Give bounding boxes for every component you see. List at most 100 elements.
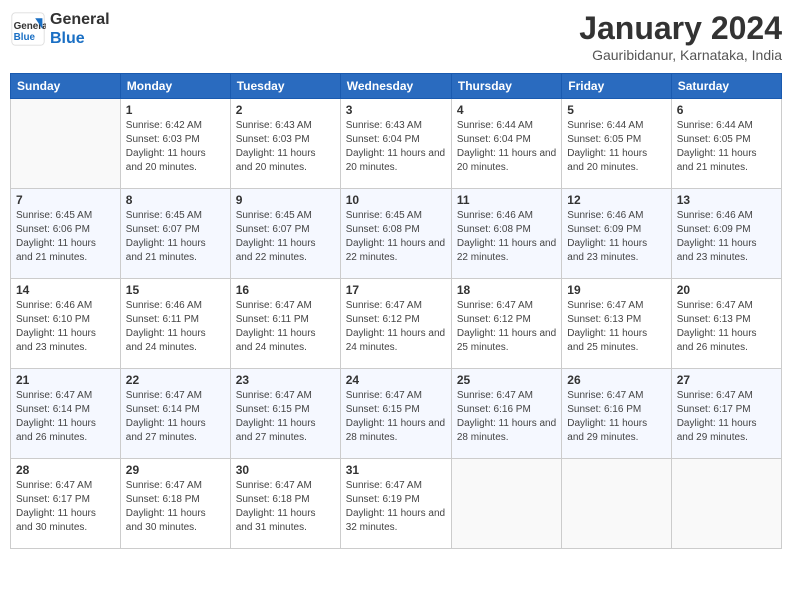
day-info: Sunrise: 6:47 AM Sunset: 6:17 PM Dayligh…: [16, 479, 115, 535]
day-info: Sunrise: 6:45 AM Sunset: 6:07 PM Dayligh…: [236, 209, 335, 265]
calendar-cell: 13Sunrise: 6:46 AM Sunset: 6:09 PM Dayli…: [671, 189, 781, 279]
calendar-week-row: 7 Sunrise: 6:45 AM Sunset: 6:06 PM Daylig…: [11, 189, 782, 279]
day-number: 28: [16, 463, 115, 477]
day-of-week-header: Sunday: [11, 74, 121, 99]
day-number: 17: [346, 283, 446, 297]
day-number: 13: [677, 193, 776, 207]
calendar-cell: 9 Sunrise: 6:45 AM Sunset: 6:07 PM Daylig…: [230, 189, 340, 279]
title-block: January 2024 Gauribidanur, Karnataka, In…: [579, 10, 782, 63]
day-number: 7: [16, 193, 115, 207]
calendar-week-row: 28 Sunrise: 6:47 AM Sunset: 6:17 PM Dayli…: [11, 459, 782, 549]
calendar-cell: 31 Sunrise: 6:47 AM Sunset: 6:19 PM Dayli…: [340, 459, 451, 549]
day-info: Sunrise: 6:45 AM Sunset: 6:07 PM Dayligh…: [126, 209, 225, 265]
day-number: 21: [16, 373, 115, 387]
day-of-week-header: Monday: [120, 74, 230, 99]
day-info: Sunrise: 6:46 AM Sunset: 6:10 PM Dayligh…: [16, 299, 115, 355]
calendar-cell: 7 Sunrise: 6:45 AM Sunset: 6:06 PM Daylig…: [11, 189, 121, 279]
day-number: 24: [346, 373, 446, 387]
day-number: 30: [236, 463, 335, 477]
day-info: Sunrise: 6:43 AM Sunset: 6:03 PM Dayligh…: [236, 119, 335, 175]
day-number: 26: [567, 373, 665, 387]
calendar-cell: [671, 459, 781, 549]
calendar-cell: 3Sunrise: 6:43 AM Sunset: 6:04 PM Daylig…: [340, 99, 451, 189]
calendar-week-row: 21 Sunrise: 6:47 AM Sunset: 6:14 PM Dayli…: [11, 369, 782, 459]
day-info: Sunrise: 6:47 AM Sunset: 6:15 PM Dayligh…: [236, 389, 335, 445]
day-of-week-header: Tuesday: [230, 74, 340, 99]
day-info: Sunrise: 6:44 AM Sunset: 6:05 PM Dayligh…: [567, 119, 665, 175]
day-info: Sunrise: 6:47 AM Sunset: 6:16 PM Dayligh…: [567, 389, 665, 445]
calendar-cell: 10 Sunrise: 6:45 AM Sunset: 6:08 PM Dayli…: [340, 189, 451, 279]
day-info: Sunrise: 6:47 AM Sunset: 6:14 PM Dayligh…: [16, 389, 115, 445]
day-info: Sunrise: 6:44 AM Sunset: 6:04 PM Dayligh…: [457, 119, 556, 175]
day-info: Sunrise: 6:46 AM Sunset: 6:08 PM Dayligh…: [457, 209, 556, 265]
day-number: 4: [457, 103, 556, 117]
logo: General Blue General Blue: [10, 10, 110, 48]
day-info: Sunrise: 6:47 AM Sunset: 6:18 PM Dayligh…: [236, 479, 335, 535]
calendar-cell: 17 Sunrise: 6:47 AM Sunset: 6:12 PM Dayli…: [340, 279, 451, 369]
calendar-table: SundayMondayTuesdayWednesdayThursdayFrid…: [10, 73, 782, 549]
calendar-cell: 27 Sunrise: 6:47 AM Sunset: 6:17 PM Dayli…: [671, 369, 781, 459]
day-info: Sunrise: 6:47 AM Sunset: 6:17 PM Dayligh…: [677, 389, 776, 445]
calendar-week-row: 14 Sunrise: 6:46 AM Sunset: 6:10 PM Dayli…: [11, 279, 782, 369]
day-number: 1: [126, 103, 225, 117]
day-number: 20: [677, 283, 776, 297]
calendar-week-row: 1Sunrise: 6:42 AM Sunset: 6:03 PM Daylig…: [11, 99, 782, 189]
day-number: 15: [126, 283, 225, 297]
calendar-cell: 26 Sunrise: 6:47 AM Sunset: 6:16 PM Dayli…: [562, 369, 671, 459]
day-info: Sunrise: 6:45 AM Sunset: 6:08 PM Dayligh…: [346, 209, 446, 265]
calendar-cell: 2 Sunrise: 6:43 AM Sunset: 6:03 PM Daylig…: [230, 99, 340, 189]
day-info: Sunrise: 6:47 AM Sunset: 6:16 PM Dayligh…: [457, 389, 556, 445]
calendar-cell: 19 Sunrise: 6:47 AM Sunset: 6:13 PM Dayli…: [562, 279, 671, 369]
day-info: Sunrise: 6:47 AM Sunset: 6:13 PM Dayligh…: [567, 299, 665, 355]
day-number: 10: [346, 193, 446, 207]
calendar-cell: 16 Sunrise: 6:47 AM Sunset: 6:11 PM Dayli…: [230, 279, 340, 369]
day-info: Sunrise: 6:47 AM Sunset: 6:18 PM Dayligh…: [126, 479, 225, 535]
calendar-cell: 23 Sunrise: 6:47 AM Sunset: 6:15 PM Dayli…: [230, 369, 340, 459]
day-number: 3: [346, 103, 446, 117]
calendar-cell: 21 Sunrise: 6:47 AM Sunset: 6:14 PM Dayli…: [11, 369, 121, 459]
day-number: 16: [236, 283, 335, 297]
day-info: Sunrise: 6:47 AM Sunset: 6:12 PM Dayligh…: [457, 299, 556, 355]
calendar-cell: 22 Sunrise: 6:47 AM Sunset: 6:14 PM Dayli…: [120, 369, 230, 459]
day-number: 12: [567, 193, 665, 207]
day-number: 22: [126, 373, 225, 387]
day-number: 14: [16, 283, 115, 297]
calendar-header-row: SundayMondayTuesdayWednesdayThursdayFrid…: [11, 74, 782, 99]
calendar-cell: 30 Sunrise: 6:47 AM Sunset: 6:18 PM Dayli…: [230, 459, 340, 549]
day-info: Sunrise: 6:47 AM Sunset: 6:15 PM Dayligh…: [346, 389, 446, 445]
logo-icon: General Blue: [10, 11, 46, 47]
day-number: 31: [346, 463, 446, 477]
day-number: 9: [236, 193, 335, 207]
calendar-cell: 18 Sunrise: 6:47 AM Sunset: 6:12 PM Dayli…: [451, 279, 561, 369]
page-header: General Blue General Blue January 2024 G…: [10, 10, 782, 63]
calendar-cell: 15 Sunrise: 6:46 AM Sunset: 6:11 PM Dayli…: [120, 279, 230, 369]
day-info: Sunrise: 6:46 AM Sunset: 6:11 PM Dayligh…: [126, 299, 225, 355]
day-number: 11: [457, 193, 556, 207]
calendar-cell: 1Sunrise: 6:42 AM Sunset: 6:03 PM Daylig…: [120, 99, 230, 189]
day-number: 2: [236, 103, 335, 117]
calendar-cell: 11 Sunrise: 6:46 AM Sunset: 6:08 PM Dayli…: [451, 189, 561, 279]
day-number: 23: [236, 373, 335, 387]
day-info: Sunrise: 6:47 AM Sunset: 6:19 PM Dayligh…: [346, 479, 446, 535]
day-info: Sunrise: 6:47 AM Sunset: 6:11 PM Dayligh…: [236, 299, 335, 355]
day-info: Sunrise: 6:44 AM Sunset: 6:05 PM Dayligh…: [677, 119, 776, 175]
day-number: 27: [677, 373, 776, 387]
logo-general: General: [50, 10, 110, 29]
day-number: 19: [567, 283, 665, 297]
day-info: Sunrise: 6:47 AM Sunset: 6:14 PM Dayligh…: [126, 389, 225, 445]
svg-text:Blue: Blue: [14, 32, 36, 43]
calendar-cell: 28 Sunrise: 6:47 AM Sunset: 6:17 PM Dayli…: [11, 459, 121, 549]
calendar-cell: 14 Sunrise: 6:46 AM Sunset: 6:10 PM Dayli…: [11, 279, 121, 369]
day-info: Sunrise: 6:47 AM Sunset: 6:12 PM Dayligh…: [346, 299, 446, 355]
calendar-cell: 4 Sunrise: 6:44 AM Sunset: 6:04 PM Daylig…: [451, 99, 561, 189]
calendar-cell: 29Sunrise: 6:47 AM Sunset: 6:18 PM Dayli…: [120, 459, 230, 549]
day-number: 18: [457, 283, 556, 297]
day-of-week-header: Saturday: [671, 74, 781, 99]
calendar-cell: 24 Sunrise: 6:47 AM Sunset: 6:15 PM Dayli…: [340, 369, 451, 459]
logo-blue: Blue: [50, 29, 110, 48]
day-number: 25: [457, 373, 556, 387]
calendar-cell: [562, 459, 671, 549]
day-of-week-header: Friday: [562, 74, 671, 99]
day-of-week-header: Wednesday: [340, 74, 451, 99]
day-info: Sunrise: 6:45 AM Sunset: 6:06 PM Dayligh…: [16, 209, 115, 265]
